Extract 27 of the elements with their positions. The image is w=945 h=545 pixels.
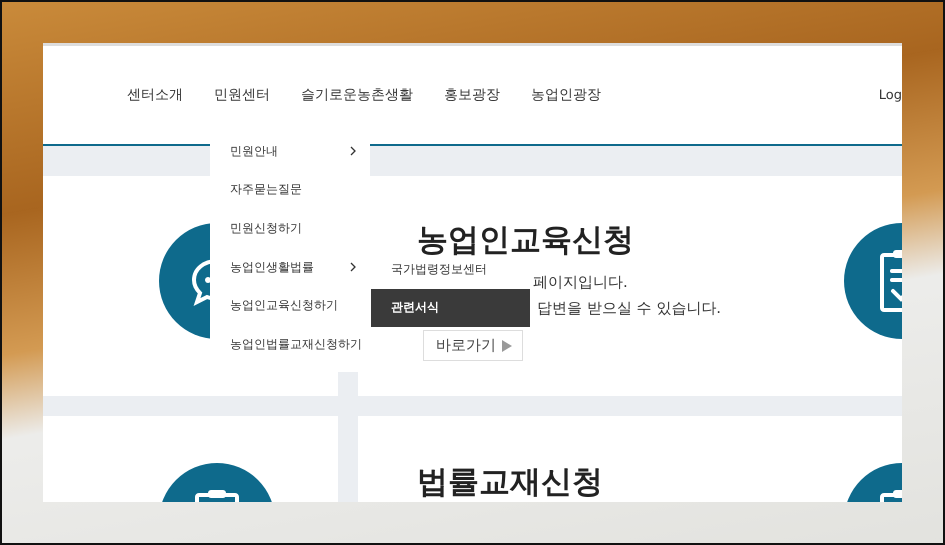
dropdown-item[interactable]: 자주묻는질문 [210, 170, 370, 210]
card-title: 농업인교육신청 [417, 221, 635, 260]
nav-menu-item[interactable]: 센터소개 [127, 86, 183, 104]
dropdown-item[interactable]: 농업인교육신청하기 [210, 286, 370, 325]
card-title: 법률교재신청 [417, 463, 604, 502]
dropdown-item-label: 농업인법률교재신청하기 [230, 336, 362, 353]
nav-menu-item[interactable]: 슬기로운농촌생활 [301, 86, 413, 104]
chevron-right-icon [350, 146, 356, 156]
nav-menu-item[interactable]: 농업인광장 [531, 86, 601, 104]
dropdown-item-label: 민원신청하기 [230, 220, 302, 237]
dropdown-item[interactable]: 농업인법률교재신청하기 [210, 324, 370, 364]
nav-menu-item[interactable]: 홍보광장 [444, 86, 500, 104]
dropdown-item-label: 농업인생활법률 [230, 258, 314, 276]
submenu-item[interactable]: 관련서식 [371, 288, 530, 327]
nav-menu-item[interactable]: 민원센터 [214, 86, 270, 104]
card-description: 페이지입니다. [533, 273, 629, 292]
chevron-right-icon [350, 262, 356, 272]
dropdown-item-label: 농업인교육신청하기 [230, 297, 338, 314]
login-link[interactable]: Log [878, 88, 902, 102]
dropdown-item-label: 민원안내 [230, 142, 278, 160]
dropdown-item[interactable]: 농업인생활법률 [210, 248, 370, 286]
shortcut-button[interactable]: 바로가기 [423, 330, 523, 361]
play-triangle-icon [502, 340, 512, 352]
dropdown-item[interactable]: 민원신청하기 [210, 209, 370, 248]
dropdown-item[interactable]: 민원안내 [210, 132, 370, 171]
card-description: 답변을 받으실 수 있습니다. [537, 299, 722, 318]
dropdown-item-label: 자주묻는질문 [230, 181, 302, 198]
